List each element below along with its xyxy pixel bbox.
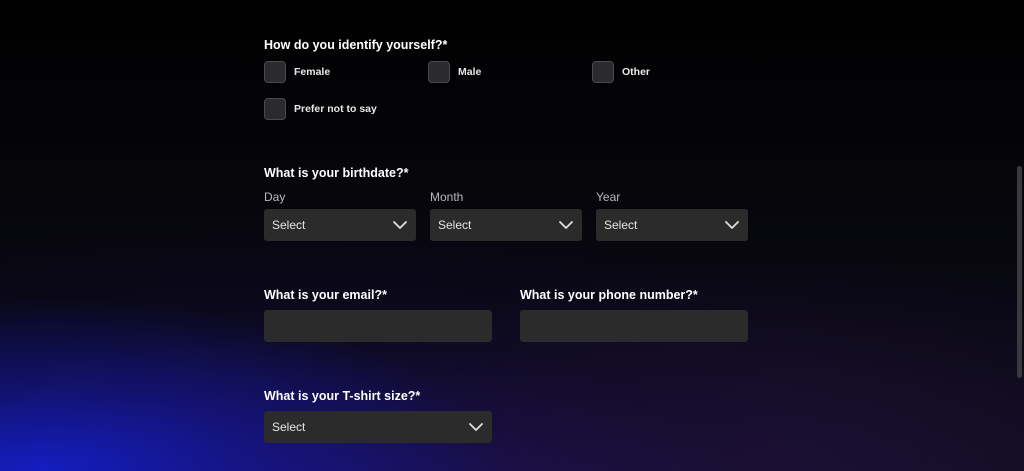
month-select[interactable]: Select: [430, 209, 582, 241]
gender-option-label: Prefer not to say: [294, 103, 377, 115]
gender-option-male[interactable]: Male: [428, 61, 481, 83]
gender-option-female[interactable]: Female: [264, 61, 330, 83]
checkbox[interactable]: [264, 98, 286, 120]
tshirt-question: What is your T-shirt size?*: [264, 389, 421, 403]
scrollbar-thumb[interactable]: [1017, 166, 1022, 378]
checkbox[interactable]: [264, 61, 286, 83]
email-question: What is your email?*: [264, 288, 387, 302]
gender-option-label: Other: [622, 66, 651, 78]
year-label: Year: [596, 190, 621, 204]
chevron-down-icon: [469, 423, 483, 431]
chevron-down-icon: [393, 221, 407, 229]
tshirt-select-value: Select: [272, 420, 306, 434]
day-select[interactable]: Select: [264, 209, 416, 241]
gender-option-label: Male: [458, 66, 482, 78]
chevron-down-icon: [725, 221, 739, 229]
phone-question: What is your phone number?*: [520, 288, 698, 302]
month-select-value: Select: [438, 218, 472, 232]
email-field[interactable]: [264, 310, 492, 342]
day-select-value: Select: [272, 218, 306, 232]
checkbox[interactable]: [592, 61, 614, 83]
year-select[interactable]: Select: [596, 209, 748, 241]
scrollbar[interactable]: [1016, 0, 1024, 471]
chevron-down-icon: [559, 221, 573, 229]
gender-question: How do you identify yourself?*: [264, 38, 448, 52]
day-label: Day: [264, 190, 286, 204]
gender-option-prefer-not-to-say[interactable]: Prefer not to say: [264, 98, 377, 120]
checkbox[interactable]: [428, 61, 450, 83]
month-label: Month: [430, 190, 464, 204]
birthdate-question: What is your birthdate?*: [264, 166, 409, 180]
year-select-value: Select: [604, 218, 638, 232]
phone-field[interactable]: [520, 310, 748, 342]
gender-option-label: Female: [294, 66, 331, 78]
gender-option-other[interactable]: Other: [592, 61, 650, 83]
tshirt-size-select[interactable]: Select: [264, 411, 492, 443]
